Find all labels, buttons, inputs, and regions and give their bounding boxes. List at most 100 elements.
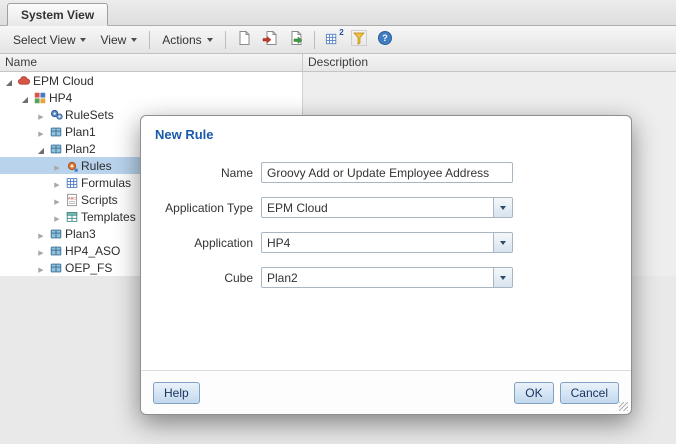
dialog-form: Name Application Type EPM Cloud Applicat… — [141, 142, 631, 288]
tree-node-epm-cloud[interactable]: EPM Cloud — [0, 72, 302, 89]
import-icon — [262, 30, 278, 49]
tree-node-label: Rules — [81, 158, 112, 173]
tree-node-label: OEP_FS — [65, 260, 113, 275]
tree-node-label: Plan1 — [65, 124, 96, 139]
column-header-description: Description — [308, 55, 369, 69]
cube-icon — [47, 261, 65, 275]
application-type-dropdown-button[interactable] — [493, 198, 512, 217]
dialog-title: New Rule — [155, 127, 214, 142]
toolbar-separator — [149, 30, 151, 49]
templates-icon — [63, 210, 81, 224]
formulas-icon — [63, 176, 81, 190]
expand-icon[interactable] — [35, 261, 47, 275]
expand-icon[interactable] — [51, 193, 63, 207]
scripts-icon: ABC — [63, 193, 81, 207]
actions-menu-label: Actions — [162, 32, 202, 47]
tree-node-label: Scripts — [81, 192, 118, 207]
new-document-icon — [236, 30, 252, 49]
toolbar-separator — [224, 30, 226, 49]
tree-node-label: Plan2 — [65, 141, 96, 156]
view-menu-label: View — [100, 32, 127, 47]
name-field-row: Name — [141, 162, 631, 183]
expand-icon[interactable] — [35, 125, 47, 139]
application-type-field-row: Application Type EPM Cloud — [141, 197, 631, 218]
tree-node-label: EPM Cloud — [33, 73, 94, 88]
cube-icon — [47, 142, 65, 156]
cloud-icon — [15, 73, 33, 88]
application-value: HP4 — [267, 236, 291, 250]
rules-icon — [63, 159, 81, 173]
tab-label: System View — [21, 8, 95, 22]
cube-field-row: Cube Plan2 — [141, 267, 631, 288]
expand-icon[interactable] — [3, 74, 15, 88]
select-view-menu-label: Select View — [13, 32, 76, 47]
application-field-row: Application HP4 — [141, 232, 631, 253]
toolbar-help-button[interactable]: ? — [372, 28, 398, 51]
help-icon: ? — [377, 30, 393, 49]
tree-node-label: HP4_ASO — [65, 243, 121, 258]
app-window: System View Select View View Actions 2 ?… — [0, 0, 676, 444]
expand-icon[interactable] — [51, 176, 63, 190]
tab-bar: System View — [0, 0, 676, 26]
toolbar-separator — [313, 30, 315, 49]
actions-menu[interactable]: Actions — [155, 29, 219, 51]
new-rule-dialog: New Rule Name Application Type EPM Cloud… — [140, 115, 632, 415]
resize-grip[interactable] — [619, 402, 628, 411]
deploy-button[interactable] — [283, 28, 309, 51]
name-input[interactable] — [261, 162, 513, 183]
tree-node-label: HP4 — [49, 90, 73, 105]
ok-button[interactable]: OK — [514, 381, 554, 404]
column-header-name: Name — [0, 54, 303, 71]
application-type-select[interactable]: EPM Cloud — [261, 197, 513, 218]
validate-icon — [325, 31, 340, 49]
expand-icon[interactable] — [35, 227, 47, 241]
application-icon — [31, 91, 49, 105]
tree-node-label: Plan3 — [65, 226, 96, 241]
new-object-button[interactable] — [231, 28, 257, 51]
rulesets-icon — [47, 107, 65, 122]
tree-node-label: Formulas — [81, 175, 132, 190]
expand-icon[interactable] — [35, 244, 47, 258]
application-type-label: Application Type — [165, 200, 253, 215]
cube-icon — [47, 227, 65, 241]
import-button[interactable] — [257, 28, 283, 51]
svg-text:?: ? — [382, 33, 388, 43]
expand-icon[interactable] — [19, 91, 31, 105]
cube-icon — [47, 125, 65, 139]
application-select[interactable]: HP4 — [261, 232, 513, 253]
select-view-menu[interactable]: Select View — [6, 29, 93, 51]
deploy-icon — [288, 30, 304, 49]
view-menu[interactable]: View — [93, 29, 144, 51]
cube-icon — [47, 244, 65, 258]
chevron-down-icon — [80, 37, 87, 42]
column-header-row: Name Description — [0, 54, 676, 72]
application-dropdown-button[interactable] — [493, 233, 512, 252]
chevron-down-icon — [131, 37, 138, 42]
filter-icon — [350, 30, 367, 49]
expand-icon[interactable] — [51, 210, 63, 224]
validate-badge: 2 — [339, 28, 344, 37]
tab-system-view[interactable]: System View — [7, 3, 109, 26]
application-label: Application — [194, 235, 253, 250]
cube-value: Plan2 — [267, 271, 298, 285]
tree-node-label: RuleSets — [65, 107, 114, 122]
chevron-down-icon — [206, 37, 213, 42]
svg-text:ABC: ABC — [68, 196, 76, 200]
tree-node-label: Templates — [81, 209, 136, 224]
cancel-button[interactable]: Cancel — [559, 381, 619, 404]
cube-select[interactable]: Plan2 — [261, 267, 513, 288]
chevron-down-icon — [500, 275, 506, 280]
cube-dropdown-button[interactable] — [493, 268, 512, 287]
name-field-label: Name — [220, 165, 253, 180]
help-button[interactable]: Help — [153, 381, 200, 404]
expand-icon[interactable] — [35, 142, 47, 156]
dialog-footer: Help OK Cancel — [141, 370, 631, 414]
expand-icon[interactable] — [35, 108, 47, 122]
application-type-value: EPM Cloud — [267, 201, 328, 215]
chevron-down-icon — [500, 205, 506, 210]
tree-node-hp4[interactable]: HP4 — [0, 89, 302, 106]
chevron-down-icon — [500, 240, 506, 245]
filter-button[interactable] — [346, 28, 372, 51]
expand-icon[interactable] — [51, 159, 63, 173]
validate-button[interactable]: 2 — [320, 28, 346, 51]
